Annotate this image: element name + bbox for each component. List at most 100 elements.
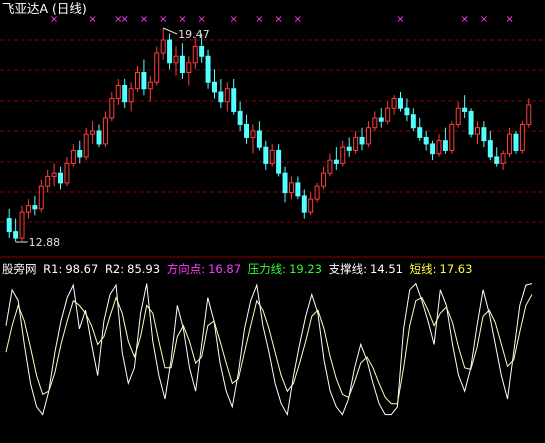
candle-body: [141, 71, 147, 90]
candle-body: [38, 185, 44, 210]
candle-body: [513, 133, 519, 151]
candle-body: [25, 205, 31, 213]
candle-body: [327, 159, 333, 174]
candle-body: [109, 97, 115, 119]
candle-body: [282, 172, 288, 194]
candle-body: [77, 149, 83, 158]
candle-body: [32, 205, 38, 210]
short-line-label: 短线:: [409, 262, 437, 276]
candle-body: [263, 146, 269, 164]
candle-body: [487, 140, 493, 158]
candle-body: [378, 117, 384, 122]
r2-value: 85.93: [127, 262, 161, 276]
r1-value: 98.67: [65, 262, 99, 276]
signal-marker: ×: [255, 14, 263, 25]
candle-body: [398, 97, 403, 109]
candle-body: [179, 55, 185, 73]
chart-canvas: × × ×× × × × × × × × × × × × × 19.4712.88: [0, 14, 545, 417]
candle-body: [340, 146, 346, 164]
signal-marker: ×: [274, 14, 282, 25]
candle-body: [346, 146, 352, 151]
signal-marker: ×: [197, 14, 205, 25]
candle-body: [308, 198, 314, 213]
candle-body: [372, 117, 378, 129]
resistance-line-label: 压力线:: [247, 262, 287, 276]
candle-body: [173, 55, 179, 64]
candle-body: [314, 185, 320, 200]
candle-body: [301, 195, 307, 213]
resistance-line-value: 19.23: [289, 262, 322, 276]
candle-body: [391, 97, 397, 109]
r2-label: R2:: [104, 262, 125, 276]
candle-body: [365, 127, 371, 145]
candle-body: [526, 104, 532, 125]
candle-body: [135, 71, 140, 90]
signal-marker: ×: [505, 14, 513, 25]
candle-body: [160, 39, 166, 54]
candle-body: [83, 133, 89, 158]
candle-body: [423, 136, 429, 145]
candle-body: [474, 127, 480, 135]
candle-body: [385, 107, 391, 122]
candle-body: [295, 182, 301, 197]
r1-label: R1:: [43, 262, 63, 276]
candle-body: [276, 149, 282, 174]
candle-body: [442, 140, 448, 151]
candle-body: [436, 140, 442, 155]
candle-body: [205, 55, 211, 83]
indicator-header: 股旁网 R1: 98.67 R2: 85.93 方向点: 16.87 压力线: 19.2…: [2, 262, 475, 276]
candle-body: [404, 107, 410, 116]
signal-markers: × × ×× × × × × × × × × × × × ×: [50, 14, 514, 25]
high-price-label: 19.47: [178, 28, 210, 41]
candle-body: [13, 231, 19, 239]
candle-body: [218, 91, 224, 103]
candle-body: [147, 81, 153, 90]
short-line-value: 17.63: [439, 262, 473, 276]
candle-body: [500, 153, 506, 164]
candlestick-series: [6, 28, 532, 242]
candle-body: [192, 46, 198, 64]
candle-body: [250, 130, 256, 138]
signal-marker: ×: [178, 14, 186, 25]
candle-body: [102, 117, 108, 145]
signal-marker: ×: [396, 14, 404, 25]
candle-body: [224, 88, 230, 103]
candle-body: [244, 123, 250, 138]
candle-body: [455, 107, 461, 125]
candle-body: [481, 127, 487, 142]
high-pointer: [162, 27, 178, 35]
candle-body: [154, 52, 160, 83]
signal-marker: ×: [460, 14, 468, 25]
candle-body: [494, 156, 500, 164]
signal-marker: ×: [159, 14, 167, 25]
support-line-label: 支撑线:: [328, 262, 368, 276]
candle-body: [430, 143, 436, 155]
candle-body: [321, 172, 327, 187]
indicator-name: 股旁网: [2, 262, 37, 276]
candle-body: [51, 172, 57, 177]
candle-body: [256, 130, 262, 148]
direction-point-label: 方向点:: [166, 262, 206, 276]
candle-body: [462, 107, 468, 112]
chart-window: × × × × × × × × × × × × × × × × 19.47 12.88 飞亚达A (日线) 股旁…: [0, 0, 545, 443]
signal-marker: ×: [230, 14, 238, 25]
candle-body: [167, 39, 173, 64]
candle-body: [353, 136, 359, 151]
candle-body: [333, 159, 339, 164]
candle-body: [410, 114, 416, 129]
candle-body: [70, 149, 76, 164]
candle-body: [128, 88, 134, 103]
oscillator-line-r1: [5, 282, 533, 417]
candle-body: [96, 130, 102, 145]
candle-body: [468, 110, 474, 135]
support-line-value: 14.51: [370, 262, 403, 276]
candle-body: [359, 136, 365, 145]
candle-body: [507, 133, 513, 155]
candle-body: [417, 127, 423, 138]
signal-marker: ×: [480, 14, 488, 25]
candle-body: [186, 62, 192, 73]
oscillator-lines: [5, 282, 533, 417]
signal-marker: ×: [140, 14, 148, 25]
signal-marker: ×: [120, 14, 128, 25]
chart-title: 飞亚达A (日线): [2, 1, 87, 16]
